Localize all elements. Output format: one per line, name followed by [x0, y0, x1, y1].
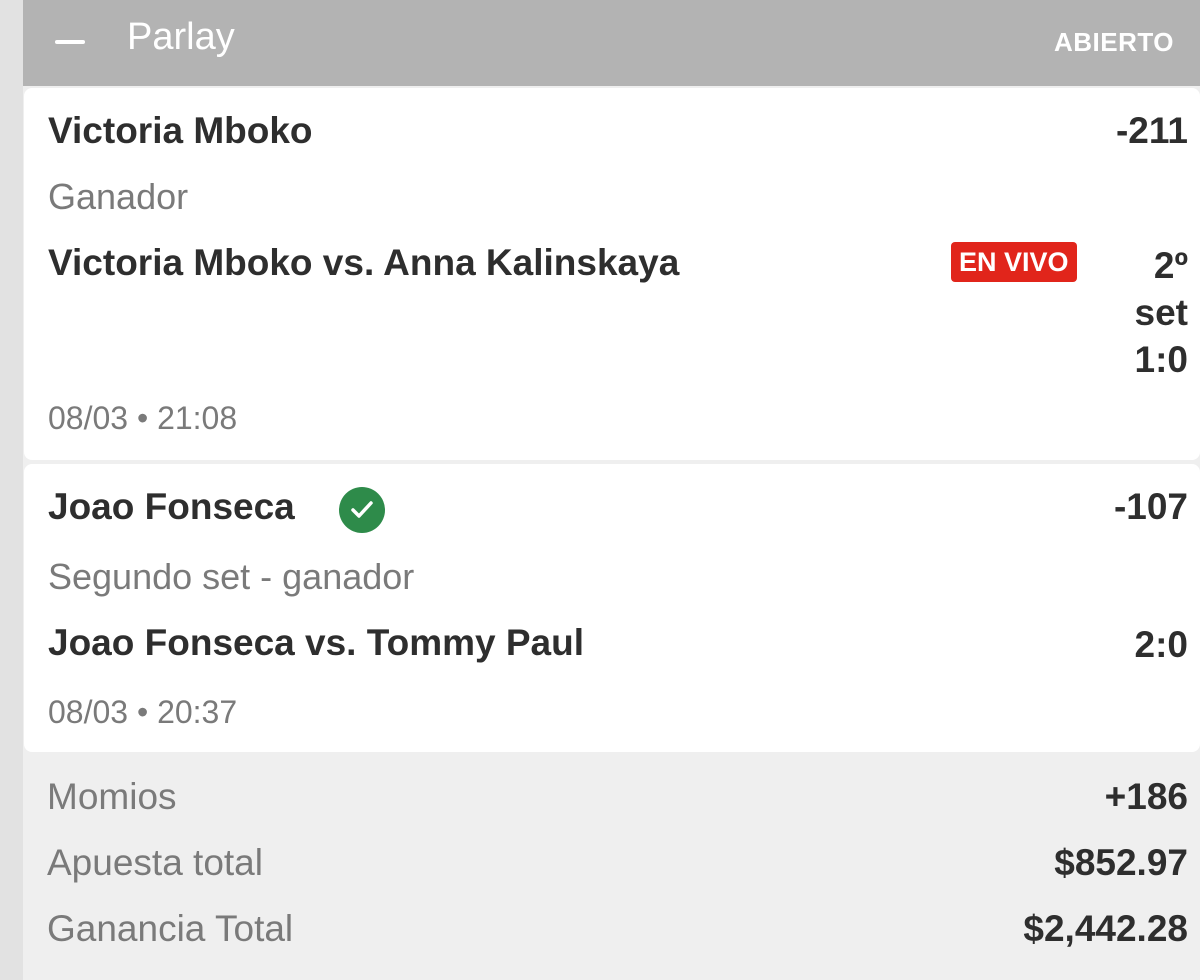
- event-name: Joao Fonseca vs. Tommy Paul: [48, 622, 584, 663]
- market-name: Segundo set - ganador: [48, 556, 415, 597]
- selection-name: Joao Fonseca: [48, 486, 295, 527]
- payout-label: Ganancia Total: [47, 908, 294, 949]
- stake-value: $852.97: [1054, 842, 1188, 883]
- selection-card: Victoria Mboko -211 Ganador Victoria Mbo…: [24, 88, 1200, 460]
- parlay-header[interactable]: Parlay ABIERTO: [23, 0, 1200, 86]
- left-edge: [0, 0, 23, 980]
- summary-odds-row: Momios +186: [47, 776, 1188, 826]
- live-score: 2º set 1:0: [1106, 242, 1188, 383]
- final-score: 2:0: [1134, 624, 1188, 665]
- event-name: Victoria Mboko vs. Anna Kalinskaya: [48, 242, 680, 283]
- check-circle-icon: [339, 487, 385, 533]
- parlay-title: Parlay: [127, 16, 235, 58]
- odds-label: Momios: [47, 776, 177, 817]
- parlay-bet-card: Parlay ABIERTO Victoria Mboko -211 Ganad…: [23, 0, 1200, 980]
- minus-icon[interactable]: [53, 26, 89, 56]
- summary-stake-row: Apuesta total $852.97: [47, 842, 1188, 892]
- selection-card: Joao Fonseca -107 Segundo set - ganador …: [24, 464, 1200, 752]
- bet-status: ABIERTO: [1053, 27, 1174, 57]
- event-datetime: 08/03 • 20:37: [48, 694, 238, 730]
- live-set-score: 1:0: [1134, 339, 1188, 380]
- selection-odds: -211: [1115, 110, 1188, 151]
- live-badge: EN VIVO: [951, 242, 1077, 282]
- event-datetime: 08/03 • 21:08: [48, 400, 238, 436]
- summary-payout-row: Ganancia Total $2,442.28: [47, 908, 1188, 958]
- stake-label: Apuesta total: [47, 842, 263, 883]
- live-period: 2º set: [1134, 245, 1188, 333]
- selection-name: Victoria Mboko: [48, 110, 313, 151]
- selection-odds: -107: [1113, 486, 1188, 527]
- market-name: Ganador: [48, 176, 189, 217]
- payout-value: $2,442.28: [1023, 908, 1188, 949]
- odds-value: +186: [1104, 776, 1188, 817]
